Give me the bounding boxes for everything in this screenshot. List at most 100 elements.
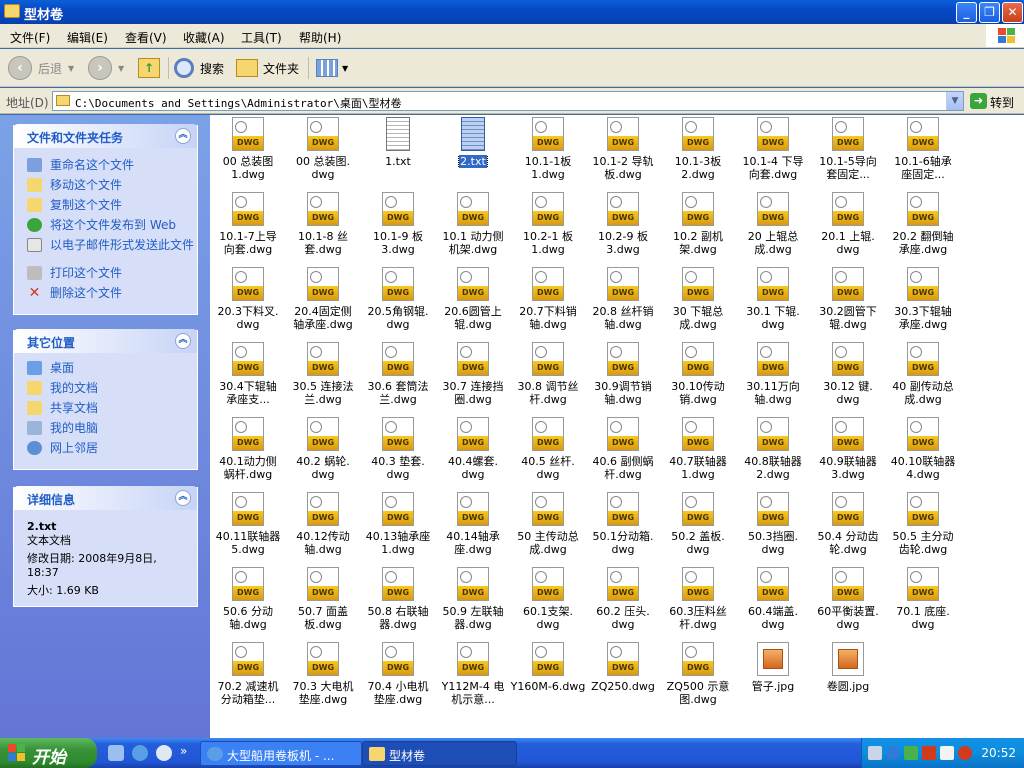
forward-button[interactable]: › ▼ [88,55,124,81]
file-item[interactable]: DWG 30.7 连接挡 圈.dwg [435,342,511,416]
collapse-icon[interactable]: ︽ [175,128,191,144]
file-item[interactable]: DWG 40.9联轴器 3.dwg [810,417,886,491]
file-item[interactable]: DWG 00 总装图. dwg [285,117,361,191]
file-item[interactable]: DWG 50.1分动箱. dwg [585,492,661,566]
place-my-computer[interactable]: 我的电脑 [14,421,197,441]
file-item[interactable]: DWG 50.5 主分动 齿轮.dwg [885,492,961,566]
delete-file-link[interactable]: ✕ 删除这个文件 [14,286,197,306]
file-item[interactable]: DWG 00 总装图 1.dwg [210,117,286,191]
file-item[interactable]: DWG 30.5 连接法 兰.dwg [285,342,361,416]
file-item[interactable]: DWG 50.4 分动齿 轮.dwg [810,492,886,566]
file-item[interactable]: DWG 20.3下料叉. dwg [210,267,286,341]
file-item[interactable]: DWG 40.6 副侧蜗 杆.dwg [585,417,661,491]
menu-favorites[interactable]: 收藏(A) [183,29,225,46]
folders-button[interactable]: 文件夹 [236,55,299,81]
file-item[interactable]: DWG 30.11万向 轴.dwg [735,342,811,416]
file-item[interactable]: DWG 20.2 翻倒轴 承座.dwg [885,192,961,266]
file-item[interactable]: DWG 40.8联轴器 2.dwg [735,417,811,491]
minimize-button[interactable]: _ [956,2,977,23]
menu-edit[interactable]: 编辑(E) [67,29,108,46]
file-item[interactable]: DWG 20.6圆管上 辊.dwg [435,267,511,341]
file-item[interactable]: DWG 40.5 丝杆. dwg [510,417,586,491]
file-item[interactable]: DWG Y160M-6.dwg [510,642,586,716]
media-player-icon[interactable] [156,745,172,761]
file-item[interactable]: DWG 30.6 套筒法 兰.dwg [360,342,436,416]
file-item[interactable]: DWG 10.1-8 丝 套.dwg [285,192,361,266]
file-item[interactable]: DWG 40.2 蜗轮. dwg [285,417,361,491]
up-folder-button[interactable]: ↑ [138,55,160,81]
views-button[interactable]: ▼ [316,55,348,81]
file-item[interactable]: 管子.jpg [735,642,811,716]
internet-explorer-icon[interactable] [132,745,148,761]
file-item[interactable]: DWG 10.1-6轴承 座固定... [885,117,961,191]
file-item[interactable]: DWG 10.1-3板 2.dwg [660,117,736,191]
file-item[interactable]: DWG 30.8 调节丝 杆.dwg [510,342,586,416]
taskbar-window-ie[interactable]: 大型船用卷板机 - ... [200,741,362,766]
file-item[interactable]: DWG 50.6 分动 轴.dwg [210,567,286,641]
taskbar-window-folder[interactable]: 型材卷 [362,741,517,766]
file-item[interactable]: DWG 10.1-2 导轨 板.dwg [585,117,661,191]
email-file-link[interactable]: 以电子邮件形式发送此文件 [14,238,197,266]
file-item[interactable]: DWG 40.3 垫套. dwg [360,417,436,491]
file-item[interactable]: DWG 70.4 小电机 垫座.dwg [360,642,436,716]
file-item[interactable]: DWG 50.3挡圈. dwg [735,492,811,566]
search-button[interactable]: 搜索 [174,55,224,81]
publish-web-link[interactable]: 将这个文件发布到 Web [14,218,197,238]
menu-tools[interactable]: 工具(T) [241,29,282,46]
keyboard-icon[interactable] [868,746,882,760]
file-item[interactable]: DWG 20.1 上辊. dwg [810,192,886,266]
place-desktop[interactable]: 桌面 [14,361,197,381]
menu-view[interactable]: 查看(V) [125,29,167,46]
file-item[interactable]: DWG 20.8 丝杆销 轴.dwg [585,267,661,341]
file-item[interactable]: DWG 40.1动力侧 蜗杆.dwg [210,417,286,491]
file-item[interactable]: DWG 40.11联轴器 5.dwg [210,492,286,566]
file-item[interactable]: 卷圆.jpg [810,642,886,716]
start-button[interactable]: 开始 [0,738,97,768]
file-item[interactable]: DWG 10.1 动力侧 机架.dwg [435,192,511,266]
file-item[interactable]: DWG 30.10传动 销.dwg [660,342,736,416]
show-desktop-icon[interactable] [108,745,124,761]
file-item[interactable]: DWG 20.7下料销 轴.dwg [510,267,586,341]
place-my-documents[interactable]: 我的文档 [14,381,197,401]
file-item[interactable]: DWG 30.1 下辊. dwg [735,267,811,341]
antivirus-icon[interactable] [922,746,936,760]
file-item[interactable]: DWG 60.3压料丝 杆.dwg [660,567,736,641]
back-arrow-icon[interactable] [886,746,900,760]
file-item[interactable]: DWG Y112M-4 电 机示意... [435,642,511,716]
chevron-down-icon[interactable]: ▼ [946,92,963,110]
file-item[interactable]: DWG 40.10联轴器 4.dwg [885,417,961,491]
file-item[interactable]: DWG 50.8 右联轴 器.dwg [360,567,436,641]
other-places-header[interactable]: 其它位置 ︽ [14,329,197,353]
file-item[interactable]: DWG 10.2 副机 架.dwg [660,192,736,266]
file-item[interactable]: 2.txt [435,117,511,191]
file-item[interactable]: DWG 30.12 键. dwg [810,342,886,416]
back-button[interactable]: ‹ 后退 ▼ [8,55,74,81]
file-item[interactable]: DWG 60.2 压头. dwg [585,567,661,641]
move-file-link[interactable]: 移动这个文件 [14,178,197,198]
maximize-button[interactable]: ❐ [979,2,1000,23]
file-item[interactable]: DWG 50 主传动总 成.dwg [510,492,586,566]
file-item[interactable]: DWG 30 下辊总 成.dwg [660,267,736,341]
file-item[interactable]: DWG 10.2-9 板 3.dwg [585,192,661,266]
file-item[interactable]: DWG 10.1-7上导 向套.dwg [210,192,286,266]
file-item[interactable]: DWG 60平衡装置. dwg [810,567,886,641]
file-item[interactable]: DWG 40.14轴承 座.dwg [435,492,511,566]
file-item[interactable]: DWG 10.1-1板 1.dwg [510,117,586,191]
file-item[interactable]: DWG 30.3下辊轴 承座.dwg [885,267,961,341]
file-item[interactable]: DWG 30.4下辊轴 承座支... [210,342,286,416]
menu-file[interactable]: 文件(F) [10,29,50,46]
flag-icon[interactable] [940,746,954,760]
file-item[interactable]: DWG 70.2 减速机 分动箱垫... [210,642,286,716]
chevron-right-icon[interactable]: » [180,744,187,758]
menu-help[interactable]: 帮助(H) [299,29,341,46]
file-item[interactable]: DWG 50.9 左联轴 器.dwg [435,567,511,641]
file-item[interactable]: DWG 40 副传动总 成.dwg [885,342,961,416]
go-button[interactable]: 转到 [990,94,1014,111]
file-item[interactable]: 1.txt [360,117,436,191]
copy-file-link[interactable]: 复制这个文件 [14,198,197,218]
file-item[interactable]: DWG 50.2 盖板. dwg [660,492,736,566]
security-shield-icon[interactable] [958,746,972,760]
file-item[interactable]: DWG 10.2-1 板 1.dwg [510,192,586,266]
address-input[interactable]: C:\Documents and Settings\Administrator\… [52,91,964,111]
file-item[interactable]: DWG ZQ250.dwg [585,642,661,716]
